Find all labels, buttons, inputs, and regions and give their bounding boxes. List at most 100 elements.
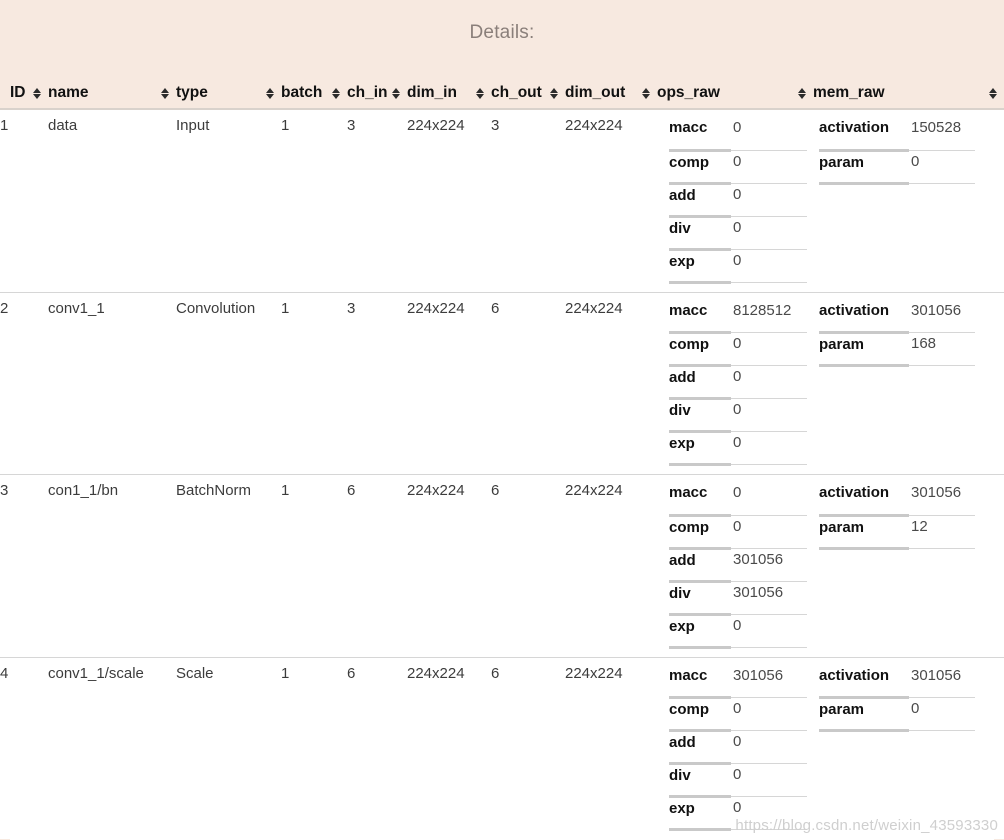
column-header-label: type [176, 84, 208, 101]
sort-updown-icon[interactable] [33, 87, 42, 100]
column-header-dim_in[interactable]: dim_in [407, 80, 491, 110]
ops-raw-key: exp [669, 431, 731, 466]
ops-raw-key: comp [669, 697, 731, 732]
mem-raw-table: activation 301056 param 168 [819, 299, 975, 367]
page-title: Details: [469, 22, 535, 43]
column-header-ch_out[interactable]: ch_out [491, 80, 565, 110]
mem-raw-key: activation [819, 664, 909, 699]
table-row[interactable]: 2 conv1_1 Convolution 1 3 224x224 6 224x224 macc… [0, 291, 1004, 475]
ops-raw-row: div 0 [669, 763, 807, 798]
cell-id: 4 [0, 656, 48, 839]
ops-raw-value: 0 [731, 796, 807, 830]
ops-raw-key: exp [669, 796, 731, 831]
ops-raw-value: 0 [731, 482, 807, 516]
cell-batch: 1 [281, 291, 347, 475]
cell-ch_out: 6 [491, 291, 565, 475]
table-row[interactable]: 1 data Input 1 3 224x224 3 224x224 macc 0 comp 0 add… [0, 109, 1004, 292]
cell-type: Convolution [176, 291, 281, 475]
column-header-dim_out[interactable]: dim_out [565, 80, 657, 110]
cell-ch_out: 6 [491, 656, 565, 839]
mem-raw-value: 301056 [909, 299, 975, 333]
column-header-label: name [48, 84, 89, 101]
ops-raw-row: comp 0 [669, 697, 807, 732]
ops-raw-value: 301056 [731, 581, 807, 615]
cell-mem_raw: activation 150528 param 0 [813, 109, 1004, 292]
cell-batch: 1 [281, 656, 347, 839]
sort-updown-icon[interactable] [161, 87, 170, 100]
cell-name: con1_1/bn [48, 474, 176, 657]
cell-ops_raw: macc 0 comp 0 add 0 div 0 exp 0 [657, 109, 813, 292]
cell-dim_in: 224x224 [407, 109, 491, 292]
mem-raw-row: activation 150528 [819, 117, 975, 152]
column-header-inner: name [48, 84, 176, 102]
cell-mem_raw: activation 301056 param 0 [813, 656, 1004, 839]
column-header-label: ops_raw [657, 84, 720, 101]
column-header-label: ch_out [491, 84, 542, 101]
mem-raw-value: 301056 [909, 482, 975, 516]
sort-updown-icon[interactable] [798, 87, 807, 100]
sort-updown-icon[interactable] [332, 87, 341, 100]
ops-raw-row: exp 0 [669, 249, 807, 284]
cell-type: Input [176, 109, 281, 292]
column-header-name[interactable]: name [48, 80, 176, 110]
mem-raw-key: activation [819, 482, 909, 517]
column-header-label: dim_in [407, 84, 457, 101]
column-header-mem_raw[interactable]: mem_raw [813, 80, 1004, 110]
table-row[interactable]: 4 conv1_1/scale Scale 1 6 224x224 6 224x224 macc… [0, 656, 1004, 839]
ops-raw-value: 301056 [731, 548, 807, 582]
table-row[interactable]: 3 con1_1/bn BatchNorm 1 6 224x224 6 224x224 macc… [0, 474, 1004, 657]
ops-raw-row: div 301056 [669, 581, 807, 616]
mem-raw-row: param 0 [819, 150, 975, 185]
mem-raw-value: 0 [909, 150, 975, 184]
ops-raw-value: 301056 [731, 664, 807, 698]
ops-raw-row: comp 0 [669, 332, 807, 367]
ops-raw-value: 8128512 [731, 299, 807, 333]
column-header-label: dim_out [565, 84, 626, 101]
ops-raw-key: div [669, 398, 731, 433]
column-header-inner: ID [10, 84, 48, 102]
ops-raw-table: macc 301056 comp 0 add 0 div 0 exp 0 [669, 664, 807, 831]
cell-mem_raw: activation 301056 param 168 [813, 291, 1004, 475]
ops-raw-table: macc 0 comp 0 add 0 div 0 exp 0 [669, 117, 807, 284]
column-header-inner: type [176, 84, 281, 102]
mem-raw-value: 168 [909, 332, 975, 366]
cell-ch_out: 3 [491, 109, 565, 292]
mem-raw-row: param 0 [819, 697, 975, 732]
column-header-ch_in[interactable]: ch_in [347, 80, 407, 110]
sort-updown-icon[interactable] [476, 87, 485, 100]
cell-id: 1 [0, 109, 48, 292]
ops-raw-row: exp 0 [669, 614, 807, 649]
sort-updown-icon[interactable] [989, 87, 998, 100]
ops-raw-value: 0 [731, 515, 807, 549]
column-header-batch[interactable]: batch [281, 80, 347, 110]
column-header-label: ID [10, 84, 26, 101]
ops-raw-row: div 0 [669, 398, 807, 433]
ops-raw-value: 0 [731, 183, 807, 217]
cell-ch_in: 3 [347, 109, 407, 292]
mem-raw-key: param [819, 697, 909, 732]
column-header-ops_raw[interactable]: ops_raw [657, 80, 813, 110]
column-header-type[interactable]: type [176, 80, 281, 110]
sort-updown-icon[interactable] [392, 87, 401, 100]
ops-raw-key: exp [669, 614, 731, 649]
mem-raw-value: 150528 [909, 117, 975, 151]
ops-raw-value: 0 [731, 117, 807, 151]
cell-dim_in: 224x224 [407, 291, 491, 475]
ops-raw-key: macc [669, 117, 731, 152]
ops-raw-key: macc [669, 482, 731, 517]
sort-updown-icon[interactable] [642, 87, 651, 100]
column-header-inner: dim_out [565, 84, 657, 102]
ops-raw-key: add [669, 365, 731, 400]
ops-raw-row: exp 0 [669, 796, 807, 831]
ops-raw-key: comp [669, 150, 731, 185]
mem-raw-table: activation 301056 param 0 [819, 664, 975, 732]
mem-raw-key: param [819, 332, 909, 367]
cell-ch_in: 6 [347, 474, 407, 657]
ops-raw-value: 0 [731, 150, 807, 184]
column-header-inner: ch_out [491, 84, 565, 102]
sort-updown-icon[interactable] [266, 87, 275, 100]
column-header-inner: dim_in [407, 84, 491, 102]
column-header-id[interactable]: ID [0, 80, 48, 110]
sort-updown-icon[interactable] [550, 87, 559, 100]
cell-id: 2 [0, 291, 48, 475]
